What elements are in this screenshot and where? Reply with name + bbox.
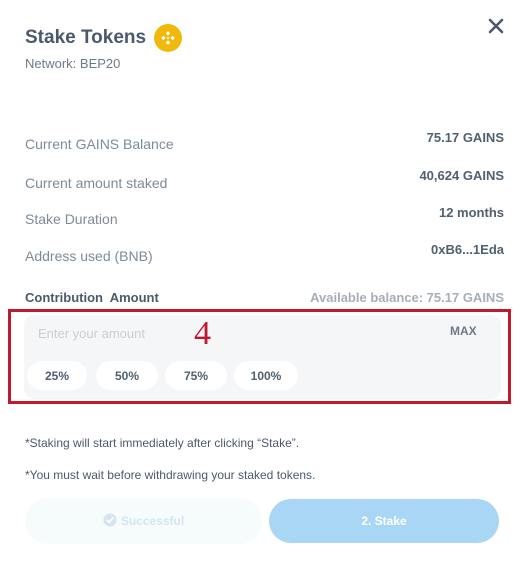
address-label: Address used (BNB) (25, 248, 153, 264)
staked-label: Current amount staked (25, 175, 168, 191)
balance-label: Current GAINS Balance (25, 136, 174, 152)
close-icon[interactable] (486, 16, 506, 36)
available-balance: Available balance: 75.17 GAINS (310, 290, 504, 305)
percent-50-button[interactable]: 50% (96, 361, 158, 390)
contribution-label: Contribution Amount (25, 290, 159, 305)
annotation-marker: 4 (194, 315, 211, 352)
bnb-icon (154, 24, 182, 52)
network-label: Network: BEP20 (25, 56, 121, 71)
duration-value: 12 months (438, 205, 504, 220)
percent-75-button[interactable]: 75% (165, 361, 227, 390)
duration-label: Stake Duration (25, 211, 118, 227)
check-circle-icon (103, 513, 117, 530)
max-button[interactable]: MAX (450, 324, 477, 338)
percent-25-button[interactable]: 25% (27, 361, 87, 390)
note-withdraw-wait: *You must wait before withdrawing your s… (25, 468, 316, 482)
balance-value: 75.17 GAINS (426, 130, 504, 145)
note-stake-start: *Staking will start immediately after cl… (25, 436, 300, 450)
staked-value: 40,624 GAINS (419, 168, 504, 183)
successful-button: Successful (25, 498, 262, 544)
successful-label: Successful (120, 514, 185, 528)
stake-button[interactable]: 2. Stake (269, 499, 499, 543)
address-value: 0xB6...1Eda (431, 242, 504, 257)
amount-input[interactable] (38, 322, 408, 344)
percent-100-button[interactable]: 100% (234, 361, 298, 390)
modal-title: Stake Tokens (25, 27, 147, 48)
